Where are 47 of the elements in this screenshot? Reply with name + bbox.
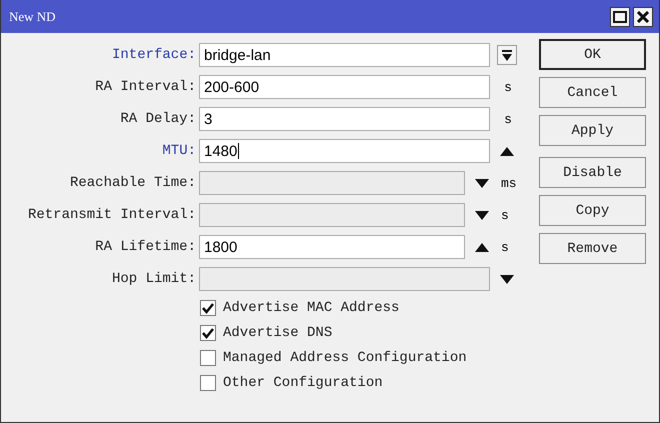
dialog-button[interactable]: Disable <box>539 157 646 188</box>
checkbox[interactable] <box>200 350 216 366</box>
unit-label: s <box>504 112 512 126</box>
field-label: Hop Limit: <box>110 271 197 287</box>
input-field[interactable] <box>199 267 490 291</box>
up-arrow-icon[interactable] <box>475 242 489 252</box>
down-arrow-icon[interactable] <box>475 178 489 188</box>
input-field[interactable]: 1480 <box>199 139 490 163</box>
checkbox[interactable] <box>200 375 216 391</box>
maximize-button[interactable] <box>610 6 630 26</box>
down-arrow-icon[interactable] <box>475 210 489 220</box>
window-title: New ND <box>9 8 57 24</box>
dialog-button[interactable]: Remove <box>539 233 646 264</box>
up-arrow-icon[interactable] <box>500 146 514 156</box>
maximize-icon <box>613 10 627 22</box>
input-field[interactable] <box>199 203 465 227</box>
close-button[interactable] <box>633 6 653 26</box>
input-field[interactable]: 200-600 <box>199 75 490 99</box>
unit-label: ms <box>501 176 517 190</box>
unit-label: s <box>501 208 509 222</box>
input-field[interactable]: bridge-lan <box>199 43 490 67</box>
checkbox-label: Advertise DNS <box>223 325 332 341</box>
field-label: Interface: <box>110 47 197 63</box>
checkbox[interactable] <box>200 325 216 341</box>
checkbox-label: Advertise MAC Address <box>223 300 400 316</box>
down-arrow-icon[interactable] <box>500 274 514 284</box>
dialog-button[interactable]: Apply <box>539 115 646 146</box>
dropdown-arrow-icon <box>502 50 512 60</box>
checkbox-label: Other Configuration <box>223 375 383 391</box>
dropdown-button[interactable] <box>497 45 517 65</box>
unit-label: s <box>504 80 512 94</box>
close-icon <box>637 10 649 22</box>
input-field[interactable]: 1800 <box>199 235 465 259</box>
field-label: Reachable Time: <box>68 175 197 191</box>
checkbox[interactable] <box>200 300 216 316</box>
dialog-button[interactable]: Cancel <box>539 77 646 108</box>
field-label: RA Interval: <box>94 79 197 95</box>
field-label: MTU: <box>161 143 197 159</box>
dialog-button[interactable]: Copy <box>539 195 646 226</box>
input-field[interactable]: 3 <box>199 107 490 131</box>
checkbox-label: Managed Address Configuration <box>223 350 467 366</box>
input-field[interactable] <box>199 171 465 195</box>
field-label: RA Delay: <box>119 111 197 127</box>
unit-label: s <box>501 240 509 254</box>
dialog-button[interactable]: OK <box>539 39 646 70</box>
field-label: Retransmit Interval: <box>26 207 197 223</box>
field-label: RA Lifetime: <box>94 239 197 255</box>
